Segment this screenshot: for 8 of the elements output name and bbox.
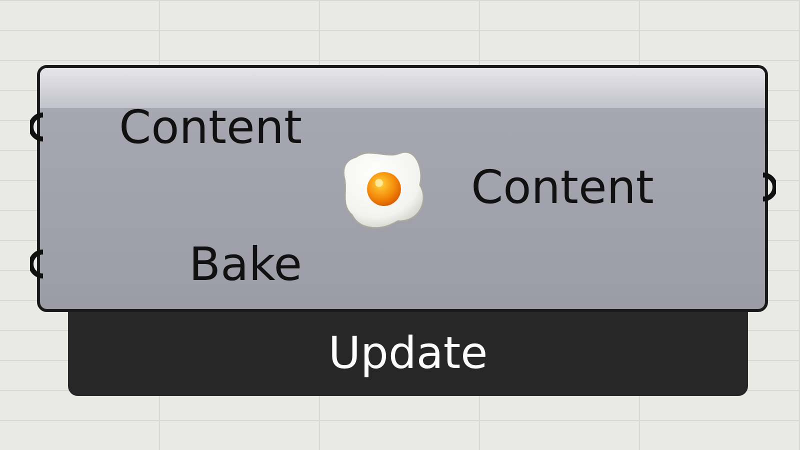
input-label: Content [119,104,302,150]
input-grip-icon[interactable] [30,112,44,142]
output-label: Content [471,164,654,210]
component-body[interactable] [37,65,768,312]
output-grip-icon[interactable] [762,172,776,202]
input-grip-icon[interactable] [30,249,44,279]
message-bar: Update [68,310,748,396]
input-label: Bake [188,241,302,287]
